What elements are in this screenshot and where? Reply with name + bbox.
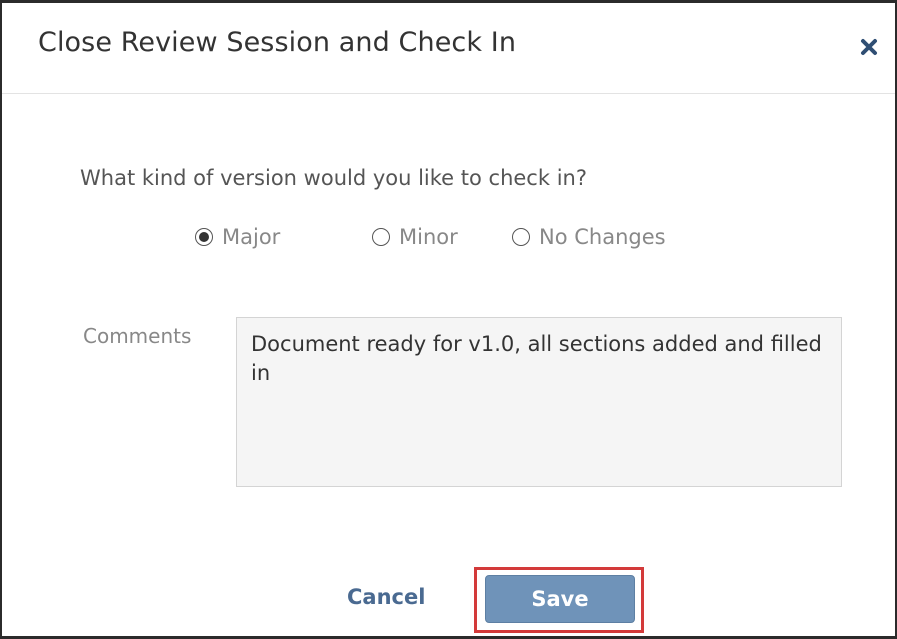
dialog-header: Close Review Session and Check In bbox=[2, 3, 895, 94]
radio-major[interactable]: Major bbox=[195, 225, 280, 249]
radio-minor-label: Minor bbox=[399, 225, 458, 249]
check-in-dialog: Close Review Session and Check In What k… bbox=[0, 0, 897, 639]
dialog-title: Close Review Session and Check In bbox=[38, 27, 517, 58]
radio-minor[interactable]: Minor bbox=[372, 225, 458, 249]
version-question: What kind of version would you like to c… bbox=[80, 166, 587, 190]
radio-major-indicator[interactable] bbox=[195, 228, 213, 246]
dialog-footer: Cancel Save bbox=[2, 563, 895, 639]
version-radio-group: Major Minor No Changes bbox=[2, 225, 895, 259]
radio-selected-dot bbox=[199, 232, 209, 242]
save-button[interactable]: Save bbox=[485, 575, 635, 623]
comments-field[interactable]: Document ready for v1.0, all sections ad… bbox=[236, 317, 842, 487]
radio-no-changes-indicator[interactable] bbox=[512, 228, 530, 246]
comments-label: Comments bbox=[83, 324, 192, 348]
radio-major-label: Major bbox=[222, 225, 281, 249]
radio-no-changes[interactable]: No Changes bbox=[512, 225, 666, 249]
cancel-button[interactable]: Cancel bbox=[347, 585, 425, 609]
radio-minor-indicator[interactable] bbox=[372, 228, 390, 246]
radio-no-changes-label: No Changes bbox=[539, 225, 666, 249]
close-icon[interactable] bbox=[857, 35, 881, 59]
